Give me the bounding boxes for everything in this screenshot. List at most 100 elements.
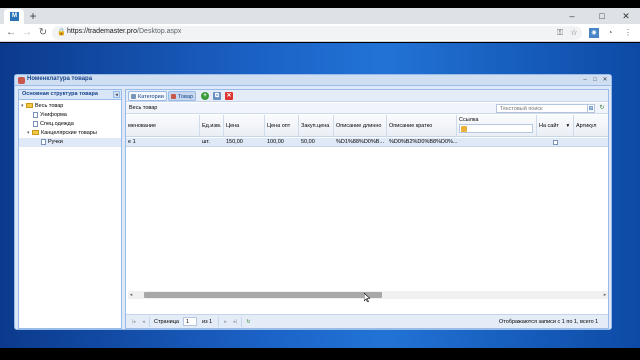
browser-close-button[interactable]: ✕ (616, 8, 636, 24)
document-icon (33, 111, 38, 118)
separator (149, 317, 150, 327)
key-icon[interactable]: ⚿ (554, 26, 566, 40)
column-long-description[interactable]: Описание длинно (334, 115, 387, 137)
last-page-button[interactable]: ▸| (232, 318, 239, 326)
scrollbar-thumb[interactable] (144, 292, 382, 298)
column-wholesale-price[interactable]: Цена опт (265, 115, 299, 137)
link-icon (461, 126, 467, 132)
browser-minimize-button[interactable]: – (562, 8, 582, 24)
refresh-button[interactable]: ↻ (245, 318, 252, 326)
window-title: Номенклатура товара (27, 76, 93, 82)
tree-panel: Основная структура товара ◂ ▾ Весь товар … (18, 89, 122, 329)
tree-node-label: Весь товар (35, 103, 64, 109)
add-button[interactable]: + (201, 92, 209, 100)
extension-icon[interactable]: ◉ (589, 28, 599, 38)
tree-node-label: Канцелярские товары (41, 130, 97, 136)
column-unit[interactable]: Ед.изм. (200, 115, 224, 137)
document-icon (33, 120, 38, 127)
column-short-description[interactable]: Описание кратко (387, 115, 457, 137)
profile-icon[interactable]: ◔ (604, 26, 616, 40)
column-link-label: Ссылка (459, 117, 479, 123)
url-input[interactable]: 🔒 https://trademaster.pro/Desktop.aspx (52, 26, 582, 40)
tree-panel-title: Основная структура товара (22, 91, 98, 97)
paging-toolbar: |◂ ◂ Страница из 1 ▸ ▸| ↻ Отображаются з… (126, 314, 608, 328)
tree-node-label: Ручки (48, 139, 63, 145)
column-purchase-price[interactable]: Закуп.цена (299, 115, 334, 137)
browser-tab-bar: M + – □ ✕ (0, 8, 640, 24)
tree-node-all-goods[interactable]: ▾ Весь товар (21, 102, 63, 111)
tree-node-uniform[interactable]: Униформа (33, 111, 67, 120)
link-filter-input[interactable] (459, 124, 533, 133)
browser-tab[interactable]: M (4, 9, 24, 24)
window-app-icon (18, 77, 25, 84)
new-tab-button[interactable]: + (27, 9, 39, 23)
goods-panel: Категории Товар + ⧉ ✕ Весь товар ⊞ ↻ (125, 89, 609, 329)
screen: M + – □ ✕ ← → ↻ 🔒 https://trademaster.pr… (0, 0, 640, 360)
cell-link (457, 138, 537, 147)
browser-maximize-button[interactable]: □ (592, 8, 612, 24)
taskbar-area (0, 348, 640, 360)
column-on-site[interactable]: На сайт ▾ (537, 115, 574, 137)
grid-title-bar: Весь товар ⊞ ↻ (126, 103, 608, 114)
back-button[interactable]: ← (4, 26, 18, 40)
goods-button[interactable]: Товар (168, 91, 196, 101)
tree-node-workwear[interactable]: Спец.одежда (33, 120, 74, 129)
cell-name: е 1 (128, 139, 136, 145)
collapse-panel-button[interactable]: ◂ (113, 91, 120, 98)
page-label: Страница (154, 319, 179, 325)
star-icon[interactable]: ☆ (568, 26, 580, 40)
column-article[interactable]: Артикул (574, 115, 608, 137)
folder-icon (32, 130, 39, 136)
window-titlebar[interactable]: Номенклатура товара – □ ✕ (15, 75, 611, 86)
window-close-button[interactable]: ✕ (601, 75, 609, 85)
categories-label: Категории (138, 94, 164, 100)
window-minimize-button[interactable]: – (581, 75, 589, 85)
table-row[interactable]: е 1 шт. 150,00 100,00 50,00 %D1%88%D0%B.… (126, 138, 608, 147)
goods-icon (171, 94, 176, 99)
address-bar: ← → ↻ 🔒 https://trademaster.pro/Desktop.… (0, 24, 640, 42)
nomenclature-window: Номенклатура товара – □ ✕ Основная струк… (14, 74, 612, 330)
tree-node-stationery[interactable]: ▾ Канцелярские товары (27, 129, 97, 138)
tree-node-pens[interactable]: Ручки (19, 138, 121, 147)
mouse-cursor-icon (364, 293, 370, 302)
folder-icon (26, 103, 33, 109)
cell-long-description: %D1%88%D0%B... (336, 139, 384, 145)
categories-button[interactable]: Категории (128, 91, 167, 101)
cell-unit: шт. (202, 139, 210, 145)
lock-icon: 🔒 (57, 29, 66, 36)
cell-price: 150,00 (226, 139, 243, 145)
prev-page-button[interactable]: ◂ (140, 318, 147, 326)
desktop: Номенклатура товара – □ ✕ Основная струк… (0, 43, 640, 348)
url-path: /Desktop.aspx (137, 28, 182, 35)
cell-article (574, 138, 608, 147)
grid-header: менование Ед.изм. Цена Цена опт Закуп.це… (126, 115, 608, 137)
column-link[interactable]: Ссылка (457, 115, 537, 137)
tree-node-label: Униформа (40, 112, 67, 118)
cell-short-description: %D0%B2%D0%B8%D0%... (389, 139, 457, 145)
refresh-icon[interactable]: ↻ (598, 104, 606, 113)
forward-button[interactable]: → (20, 26, 34, 40)
scroll-left-icon[interactable]: ◂ (128, 291, 134, 299)
scroll-right-icon[interactable]: ▸ (602, 291, 608, 299)
page-number-input[interactable] (183, 317, 197, 326)
search-input[interactable] (496, 104, 592, 113)
column-name[interactable]: менование (126, 115, 200, 137)
on-site-checkbox[interactable] (553, 140, 558, 145)
window-maximize-button[interactable]: □ (591, 75, 599, 85)
grid-title: Весь товар (129, 105, 158, 111)
column-price[interactable]: Цена (224, 115, 265, 137)
sort-indicator-icon: ▾ (566, 123, 570, 129)
menu-icon[interactable]: ⋮ (622, 26, 634, 40)
delete-button[interactable]: ✕ (225, 92, 233, 100)
reload-button[interactable]: ↻ (36, 26, 50, 40)
first-page-button[interactable]: |◂ (130, 318, 137, 326)
separator (218, 317, 219, 327)
goods-toolbar: Категории Товар + ⧉ ✕ (126, 90, 608, 102)
separator (241, 317, 242, 327)
cell-wholesale-price: 100,00 (267, 139, 284, 145)
url-host: https://trademaster.pro (67, 28, 138, 35)
search-icon[interactable]: ⊞ (587, 104, 595, 113)
goods-label: Товар (178, 94, 193, 100)
copy-button[interactable]: ⧉ (213, 92, 221, 100)
next-page-button[interactable]: ▸ (222, 318, 229, 326)
